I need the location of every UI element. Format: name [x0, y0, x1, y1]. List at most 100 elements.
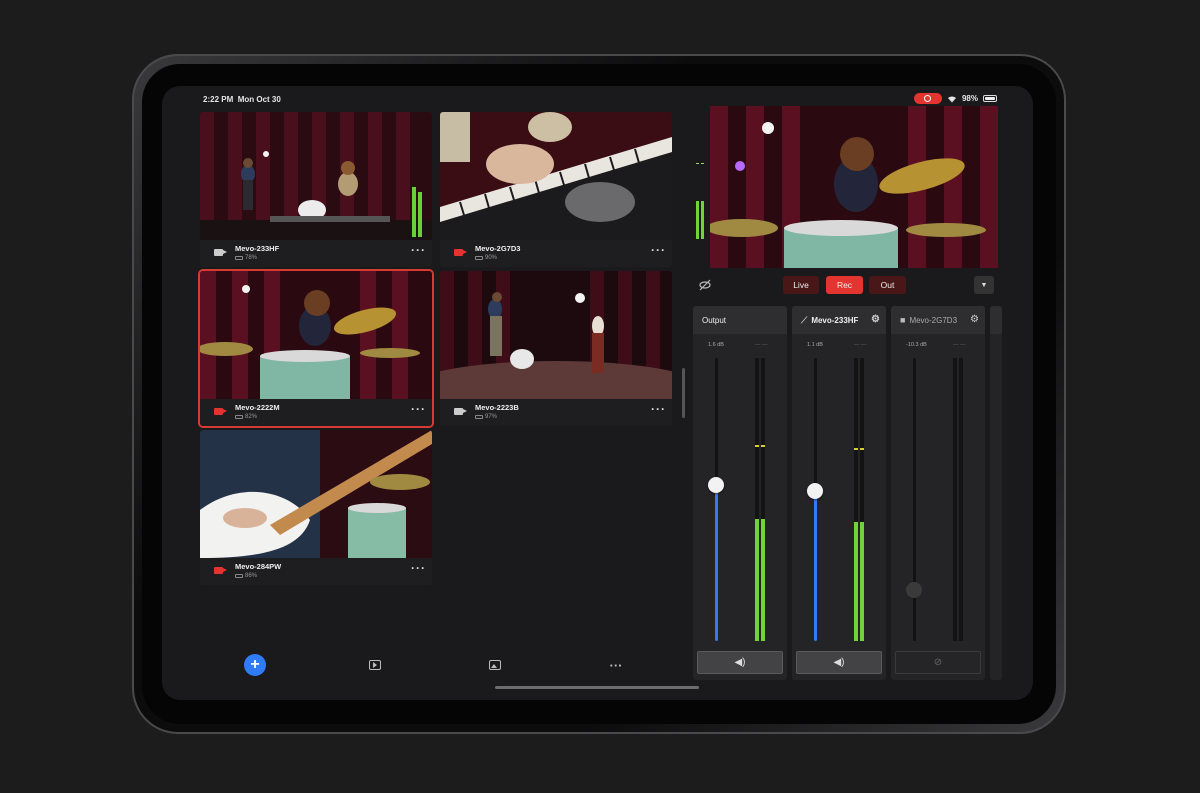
status-bar-time: 2:22 PM Mon Oct 30	[203, 95, 281, 104]
channel-volume-fader[interactable]	[807, 358, 823, 641]
camera-name: Mevo-2G7D3	[475, 244, 521, 253]
camera-battery-level: 82%	[245, 414, 258, 420]
channel-volume-fader[interactable]	[906, 358, 922, 641]
camera-name: Mevo-284PW	[235, 562, 282, 571]
microphone-icon: ⟋	[801, 314, 808, 325]
program-preview[interactable]	[710, 106, 998, 268]
camera-tile-2[interactable]: Mevo-2G7D3 90% ···	[440, 112, 672, 267]
play-library-icon[interactable]	[364, 654, 386, 676]
image-icon[interactable]	[484, 654, 506, 676]
live-mode-button[interactable]: Live	[783, 276, 819, 294]
camera-tile-footer: Mevo-2223B 97% ···	[440, 399, 672, 426]
video-camera-icon	[454, 249, 467, 256]
camera-tile-3[interactable]: Mevo-2222M 82% ···	[200, 271, 432, 426]
ellipsis-icon[interactable]: ···	[411, 402, 426, 416]
camera-name: Mevo-2223B	[475, 403, 519, 412]
channel-label: Mevo-2G7D3	[909, 315, 958, 325]
gear-icon[interactable]: ⚙	[871, 314, 880, 325]
channel-level-readout: — —	[854, 342, 867, 348]
ellipsis-icon[interactable]: ···	[605, 654, 627, 676]
fader-knob[interactable]	[906, 582, 922, 599]
camera-grid-scrollbar[interactable]	[682, 368, 685, 418]
chevron-down-icon[interactable]: ▼	[974, 276, 994, 294]
channel-level-meter-left	[953, 358, 957, 641]
camera-battery: 78%	[235, 255, 257, 261]
rec-mode-button[interactable]: Rec	[826, 276, 863, 294]
status-date: Mon Oct 30	[237, 95, 281, 104]
camera-tile-footer: Mevo-284PW 86% ···	[200, 558, 432, 585]
program-audio-meter-left	[696, 201, 699, 239]
output-channel-strip: Output 1.6 dB — — ◀)	[693, 306, 787, 680]
out-mode-button[interactable]: Out	[869, 276, 906, 294]
video-camera-icon: ■	[900, 315, 906, 325]
camera-battery-level: 78%	[245, 255, 258, 261]
gear-icon[interactable]: ⚙	[970, 314, 979, 325]
ellipsis-icon[interactable]: ···	[411, 561, 426, 575]
camera-tile-footer: Mevo-2G7D3 90% ···	[440, 240, 672, 267]
camera-tile-footer: Mevo-233HF 78% ···	[200, 240, 432, 267]
output-volume-fader[interactable]	[708, 358, 724, 641]
channel-header: ■ Mevo-2G7D3 ⚙	[891, 306, 985, 334]
camera-tile-footer: Mevo-2222M 82% ···	[200, 399, 432, 426]
output-level-meter-right	[761, 358, 765, 641]
meter-fill	[860, 522, 864, 641]
channel-strip-mevo-2g7d3: ■ Mevo-2G7D3 ⚙ -10.3 dB — — ⊘	[891, 306, 985, 680]
video-camera-icon	[454, 408, 467, 415]
app-screen: 2:22 PM Mon Oct 30 98% Mevo-233HF 78% ··…	[162, 86, 1033, 700]
fader-knob[interactable]	[807, 483, 823, 499]
output-channel-label: Output	[702, 315, 727, 325]
fader-fill	[814, 491, 817, 641]
output-db-readout: 1.6 dB	[708, 342, 724, 348]
audio-mixer: Output 1.6 dB — — ◀) ⟋ Mevo-233HF ⚙ 1.1 dB…	[693, 306, 1033, 680]
wifi-icon	[947, 95, 956, 102]
battery-icon	[983, 95, 997, 102]
camera-preview-5[interactable]	[200, 430, 432, 558]
camera-battery-level: 90%	[485, 255, 498, 261]
channel-header: ⟋ Mevo-233HF ⚙	[792, 306, 886, 334]
ellipsis-icon[interactable]: ···	[411, 243, 426, 257]
program-audio-meter-right	[701, 201, 704, 239]
video-camera-icon	[214, 249, 227, 256]
ellipsis-icon[interactable]: ···	[651, 402, 666, 416]
channel-label: Mevo-233HF	[811, 315, 859, 325]
output-level-readout: — —	[755, 342, 768, 348]
meter-peak-tick	[701, 163, 704, 164]
channel-level-meter-left	[854, 358, 858, 641]
plus-icon[interactable]: +	[244, 654, 266, 676]
camera-tile-1[interactable]: Mevo-233HF 78% ···	[200, 112, 432, 267]
output-channel-header: Output	[693, 306, 787, 334]
home-indicator	[495, 686, 699, 689]
meter-fill	[755, 519, 759, 641]
camera-tile-4[interactable]: Mevo-2223B 97% ···	[440, 271, 672, 426]
camera-battery: 86%	[235, 573, 257, 579]
meter-peak-tick	[761, 444, 765, 447]
camera-battery: 90%	[475, 255, 497, 261]
hide-preview-icon[interactable]	[699, 279, 711, 291]
screen-recording-indicator[interactable]	[913, 93, 942, 104]
camera-tile-5[interactable]: Mevo-284PW 86% ···	[200, 430, 432, 585]
speaker-icon[interactable]: ◀)	[697, 651, 783, 674]
camera-preview-4[interactable]	[440, 271, 672, 399]
fader-knob[interactable]	[708, 477, 724, 494]
channel-header	[990, 306, 1002, 334]
muted-speaker-icon[interactable]: ⊘	[895, 651, 981, 674]
output-level-meter-left	[755, 358, 759, 641]
channel-db-readout: 1.1 dB	[807, 342, 823, 348]
ellipsis-icon[interactable]: ···	[651, 243, 666, 257]
camera-preview-1[interactable]	[200, 112, 432, 240]
camera-battery-level: 86%	[245, 573, 258, 579]
status-time: 2:22 PM	[203, 95, 234, 104]
fader-fill	[715, 485, 718, 641]
camera-preview-2[interactable]	[440, 112, 672, 240]
camera-battery-level: 97%	[485, 414, 498, 420]
meter-peak-tick	[854, 447, 858, 450]
channel-level-meter-right	[959, 358, 963, 641]
speaker-icon[interactable]: ◀)	[796, 651, 882, 674]
camera-name: Mevo-2222M	[235, 403, 280, 412]
meter-peak-tick	[755, 444, 759, 447]
camera-preview-3[interactable]	[200, 271, 432, 399]
channel-level-meter-right	[860, 358, 864, 641]
meter-fill	[761, 519, 765, 641]
battery-percent: 98%	[961, 94, 978, 103]
camera-name: Mevo-233HF	[235, 244, 280, 253]
